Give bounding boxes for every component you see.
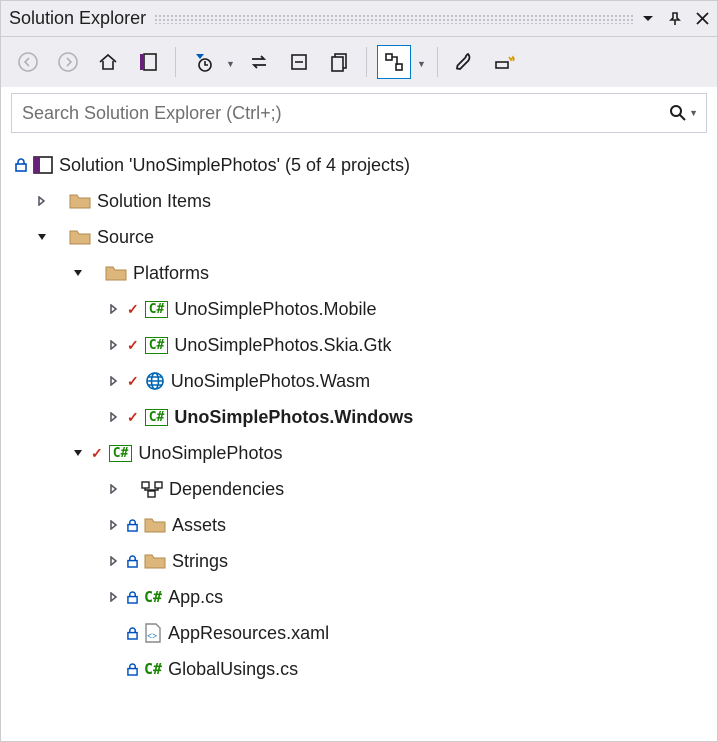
search-icon[interactable]: ▼ [669,104,698,122]
lock-icon [127,519,138,532]
tree-label: Strings [172,551,228,572]
sync-active-doc-button[interactable] [242,45,276,79]
track-dropdown-icon[interactable]: ▼ [417,56,427,69]
expander-collapsed-icon[interactable] [107,302,121,316]
lock-icon [127,555,138,568]
folder-icon [69,228,91,246]
vcs-check-icon: ✓ [127,373,139,390]
expander-expanded-icon[interactable] [71,266,85,280]
tree-node-solution[interactable]: Solution 'UnoSimplePhotos' (5 of 4 proje… [9,147,709,183]
dependencies-icon [141,480,163,498]
tree-node-project-wasm[interactable]: ✓ UnoSimplePhotos.Wasm [9,363,709,399]
collapse-all-button[interactable] [282,45,316,79]
tree-label: App.cs [168,587,223,608]
search-box[interactable]: ▼ [11,93,707,133]
show-all-files-button[interactable] [322,45,356,79]
expander-collapsed-icon[interactable] [107,518,121,532]
folder-icon [69,192,91,210]
expander-expanded-icon[interactable] [35,230,49,244]
csharp-project-icon: C# [145,337,169,354]
properties-button[interactable] [448,45,482,79]
home-button[interactable] [91,45,125,79]
tree-node-project-skia[interactable]: ✓ C# UnoSimplePhotos.Skia.Gtk [9,327,709,363]
tree-node-platforms[interactable]: Platforms [9,255,709,291]
tree-label: Platforms [133,263,209,284]
preview-selected-button[interactable] [488,45,522,79]
nav-forward-button [51,45,85,79]
toolbar-separator [175,47,176,77]
csharp-file-icon: C# [144,588,162,606]
lock-icon [15,158,27,172]
csharp-file-icon: C# [144,660,162,678]
tree-label: Solution 'UnoSimplePhotos' (5 of 4 proje… [59,155,410,176]
csharp-project-icon: C# [145,409,169,426]
tree-label: UnoSimplePhotos.Windows [174,407,413,428]
vcs-check-icon: ✓ [127,301,139,318]
folder-icon [144,552,166,570]
expander-expanded-icon[interactable] [71,446,85,460]
panel-title: Solution Explorer [9,8,146,29]
tree-label: Source [97,227,154,248]
tree-label: GlobalUsings.cs [168,659,298,680]
search-input[interactable] [20,102,669,125]
tree-node-dependencies[interactable]: Dependencies [9,471,709,507]
tree-label: Assets [172,515,226,536]
web-project-icon [145,371,165,391]
expander-collapsed-icon[interactable] [107,374,121,388]
pin-icon[interactable] [668,12,682,26]
folder-icon [144,516,166,534]
switch-views-button[interactable] [131,45,165,79]
close-icon[interactable] [696,12,709,26]
lock-icon [127,627,138,640]
folder-icon [105,264,127,282]
tree-node-app-cs[interactable]: C# App.cs [9,579,709,615]
tree-label: AppResources.xaml [168,623,329,644]
toolbar: ▼ ▼ [1,37,717,87]
expander-collapsed-icon[interactable] [107,338,121,352]
expander-collapsed-icon[interactable] [107,410,121,424]
tree-label: UnoSimplePhotos.Skia.Gtk [174,335,391,356]
filter-dropdown-icon[interactable]: ▼ [226,56,236,69]
tree-node-source[interactable]: Source [9,219,709,255]
lock-icon [127,591,138,604]
tree-node-project-mobile[interactable]: ✓ C# UnoSimplePhotos.Mobile [9,291,709,327]
tree-node-appresources[interactable]: <> AppResources.xaml [9,615,709,651]
vcs-check-icon: ✓ [91,445,103,462]
expander-collapsed-icon[interactable] [107,590,121,604]
tree-node-solutionitems[interactable]: Solution Items [9,183,709,219]
window-menu-icon[interactable] [642,12,654,26]
tree-label: UnoSimplePhotos [138,443,282,464]
tree-node-globalusings[interactable]: C# GlobalUsings.cs [9,651,709,687]
tree-label: Solution Items [97,191,211,212]
tree-node-strings[interactable]: Strings [9,543,709,579]
xaml-file-icon: <> [144,623,162,643]
track-active-item-button[interactable] [377,45,411,79]
toolbar-separator [437,47,438,77]
lock-icon [127,663,138,676]
vcs-check-icon: ✓ [127,409,139,426]
vcs-check-icon: ✓ [127,337,139,354]
nav-back-button [11,45,45,79]
expander-collapsed-icon[interactable] [107,482,121,496]
titlebar: Solution Explorer [1,1,717,37]
csharp-project-icon: C# [109,445,133,462]
expander-collapsed-icon[interactable] [107,554,121,568]
tree-node-assets[interactable]: Assets [9,507,709,543]
tree-label: UnoSimplePhotos.Wasm [171,371,370,392]
filter-pending-button[interactable] [186,45,220,79]
tree-label: UnoSimplePhotos.Mobile [174,299,376,320]
tree-label: Dependencies [169,479,284,500]
svg-text:<>: <> [147,631,157,641]
csharp-project-icon: C# [145,301,169,318]
toolbar-separator [366,47,367,77]
solution-icon [33,156,53,174]
solution-tree: Solution 'UnoSimplePhotos' (5 of 4 proje… [1,143,717,699]
tree-node-project-windows[interactable]: ✓ C# UnoSimplePhotos.Windows [9,399,709,435]
expander-collapsed-icon[interactable] [35,194,49,208]
tree-node-project-main[interactable]: ✓ C# UnoSimplePhotos [9,435,709,471]
titlebar-grip [154,14,634,24]
